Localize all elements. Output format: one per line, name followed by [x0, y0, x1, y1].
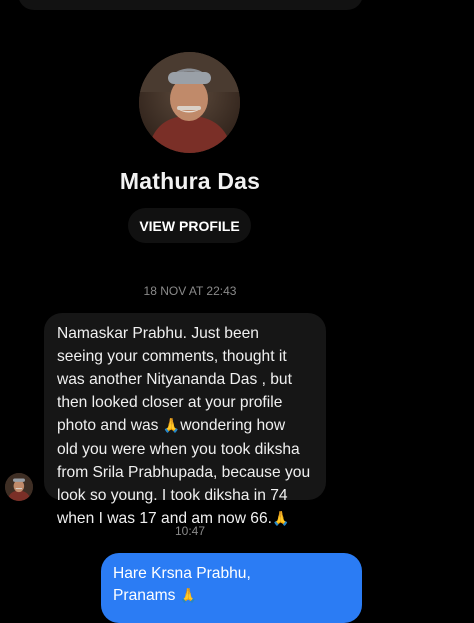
message-text: wondering how: [180, 417, 286, 434]
message-line: seeing your comments, thought it: [57, 348, 287, 365]
incoming-message-bubble[interactable]: Namaskar Prabhu. Just been seeing your c…: [44, 313, 326, 527]
outgoing-message-bubble[interactable]: Hare Krsna Prabhu, Pranams 🙏: [101, 553, 362, 623]
contact-avatar-large[interactable]: [139, 52, 240, 153]
message-line: from Srila Prabhupada, because you: [57, 464, 311, 481]
message-line: old you were when you took diksha: [57, 441, 300, 458]
message-timestamp: 18 NOV AT 22:43: [143, 284, 237, 298]
message-line: Pranams 🙏: [113, 585, 350, 607]
message-line: Hare Krsna Prabhu,: [113, 565, 251, 582]
folded-hands-emoji-icon: 🙏: [179, 588, 198, 604]
folded-hands-emoji-icon: 🙏: [162, 418, 181, 434]
contact-avatar-small[interactable]: [5, 473, 33, 501]
contact-name: Mathura Das: [119, 168, 261, 194]
message-line: Namaskar Prabhu. Just been: [57, 325, 259, 342]
previous-message-bubble: [18, 0, 363, 10]
message-line: was another Nityananda Das , but: [57, 371, 292, 388]
message-timestamp: 10:47: [174, 524, 206, 538]
message-text: Pranams: [113, 587, 180, 604]
avatar-photo-icon: [5, 473, 33, 501]
message-line: then looked closer at your profile: [57, 394, 283, 411]
view-profile-button[interactable]: VIEW PROFILE: [128, 208, 251, 243]
message-line: look so young. I took diksha in 74: [57, 487, 288, 504]
message-line: photo and was 🙏wondering how: [57, 414, 316, 438]
message-text: photo and was: [57, 417, 163, 434]
avatar-photo-icon: [139, 52, 240, 153]
